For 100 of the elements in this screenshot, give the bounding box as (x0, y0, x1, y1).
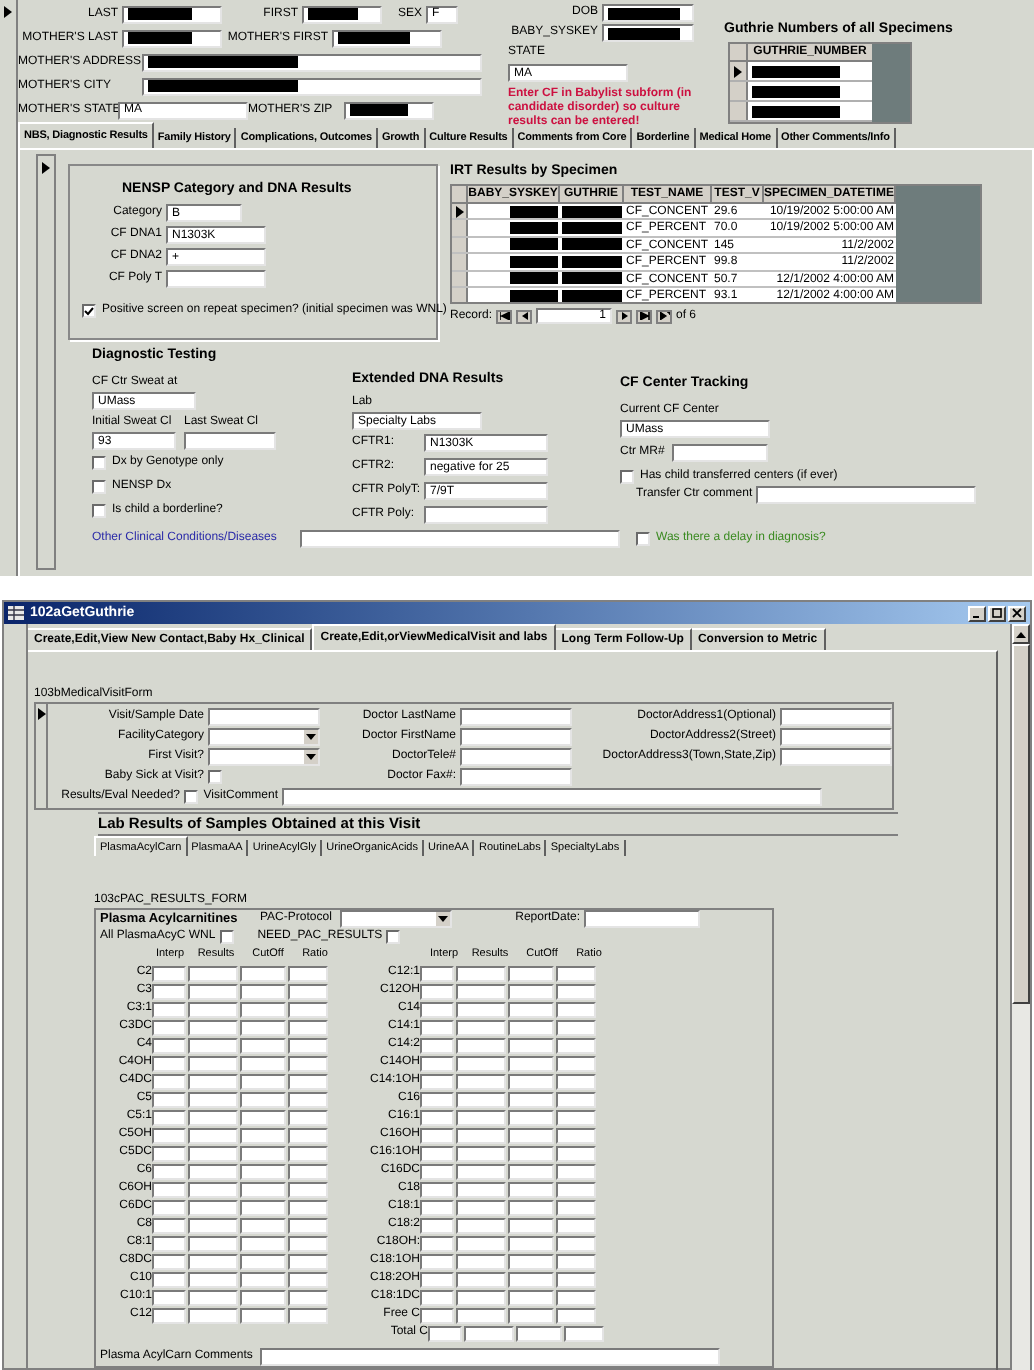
result-field[interactable] (420, 1109, 454, 1125)
result-field[interactable] (240, 1127, 286, 1143)
text-field[interactable] (460, 747, 572, 765)
result-field[interactable] (556, 1055, 596, 1071)
dropdown-field[interactable] (340, 910, 452, 928)
result-field[interactable] (288, 1037, 328, 1053)
result-field[interactable] (420, 1181, 454, 1197)
result-field[interactable] (240, 1073, 286, 1089)
result-field[interactable] (464, 1325, 514, 1341)
result-field[interactable] (188, 1109, 238, 1125)
result-field[interactable] (428, 1325, 462, 1341)
result-field[interactable] (456, 1001, 506, 1017)
result-field[interactable] (420, 1235, 454, 1251)
result-field[interactable] (420, 983, 454, 999)
result-field[interactable] (556, 1073, 596, 1089)
result-field[interactable] (508, 1181, 554, 1197)
checkbox[interactable] (620, 470, 634, 484)
result-field[interactable] (240, 1253, 286, 1269)
result-field[interactable] (420, 1217, 454, 1233)
text-field[interactable] (166, 270, 266, 288)
result-field[interactable] (288, 1235, 328, 1251)
result-field[interactable] (556, 1235, 596, 1251)
text-field[interactable] (460, 707, 572, 725)
result-field[interactable] (420, 1019, 454, 1035)
result-field[interactable] (456, 1289, 506, 1305)
text-field[interactable] (260, 1347, 720, 1365)
result-field[interactable] (288, 1145, 328, 1161)
result-field[interactable] (508, 1289, 554, 1305)
text-field[interactable] (122, 5, 222, 23)
result-field[interactable] (556, 1145, 596, 1161)
result-field[interactable] (288, 1055, 328, 1071)
result-field[interactable] (508, 1253, 554, 1269)
result-field[interactable] (456, 1199, 506, 1215)
result-field[interactable] (508, 1235, 554, 1251)
result-field[interactable] (508, 1127, 554, 1143)
checkbox[interactable] (219, 930, 234, 944)
result-field[interactable] (420, 1037, 454, 1053)
result-field[interactable] (152, 983, 186, 999)
text-field[interactable] (208, 707, 320, 725)
result-field[interactable] (188, 1289, 238, 1305)
result-field[interactable] (240, 1091, 286, 1107)
last-record-button[interactable] (636, 309, 653, 323)
result-field[interactable] (188, 1199, 238, 1215)
result-field[interactable] (188, 1307, 238, 1323)
result-field[interactable] (508, 1307, 554, 1323)
text-field[interactable] (282, 787, 822, 805)
result-field[interactable] (456, 1163, 506, 1179)
result-field[interactable] (456, 1271, 506, 1287)
scroll-thumb[interactable] (1012, 644, 1030, 1004)
result-field[interactable] (152, 1145, 186, 1161)
result-field[interactable] (556, 1127, 596, 1143)
result-field[interactable] (288, 1019, 328, 1035)
text-field[interactable] (344, 101, 434, 119)
result-field[interactable] (288, 1091, 328, 1107)
result-field[interactable] (556, 1001, 596, 1017)
text-field[interactable] (332, 29, 442, 47)
result-field[interactable] (420, 1055, 454, 1071)
result-field[interactable] (456, 1037, 506, 1053)
result-field[interactable] (188, 1127, 238, 1143)
result-field[interactable] (152, 1109, 186, 1125)
result-field[interactable] (456, 1253, 506, 1269)
result-field[interactable] (508, 965, 554, 981)
result-field[interactable] (556, 1109, 596, 1125)
result-field[interactable] (152, 1271, 186, 1287)
result-field[interactable] (240, 1307, 286, 1323)
result-field[interactable] (508, 1163, 554, 1179)
result-field[interactable] (556, 1289, 596, 1305)
result-field[interactable] (152, 1199, 186, 1215)
result-field[interactable] (152, 1181, 186, 1197)
result-field[interactable] (556, 1307, 596, 1323)
text-field[interactable] (584, 910, 700, 928)
result-field[interactable] (508, 1145, 554, 1161)
result-field[interactable] (152, 1253, 186, 1269)
result-field[interactable] (420, 1271, 454, 1287)
result-field[interactable] (152, 1289, 186, 1305)
close-button[interactable] (1008, 605, 1026, 621)
result-field[interactable] (420, 965, 454, 981)
new-record-button[interactable] (656, 309, 673, 323)
result-field[interactable] (188, 1145, 238, 1161)
result-field[interactable] (456, 1073, 506, 1089)
text-field[interactable] (780, 707, 892, 725)
result-field[interactable] (152, 1001, 186, 1017)
result-field[interactable] (508, 983, 554, 999)
result-field[interactable] (456, 965, 506, 981)
result-field[interactable] (288, 1217, 328, 1233)
text-field[interactable] (756, 486, 976, 504)
result-field[interactable] (240, 1055, 286, 1071)
result-field[interactable] (420, 1127, 454, 1143)
scroll-up-button[interactable] (1012, 624, 1030, 644)
result-field[interactable] (508, 1271, 554, 1287)
result-field[interactable] (240, 1271, 286, 1287)
result-field[interactable] (456, 1235, 506, 1251)
result-field[interactable] (188, 965, 238, 981)
text-field[interactable] (122, 29, 222, 47)
dropdown-field[interactable] (208, 727, 320, 745)
result-field[interactable] (152, 1055, 186, 1071)
result-field[interactable] (508, 1055, 554, 1071)
result-field[interactable] (240, 1217, 286, 1233)
text-field[interactable] (780, 727, 892, 745)
result-field[interactable] (288, 1127, 328, 1143)
